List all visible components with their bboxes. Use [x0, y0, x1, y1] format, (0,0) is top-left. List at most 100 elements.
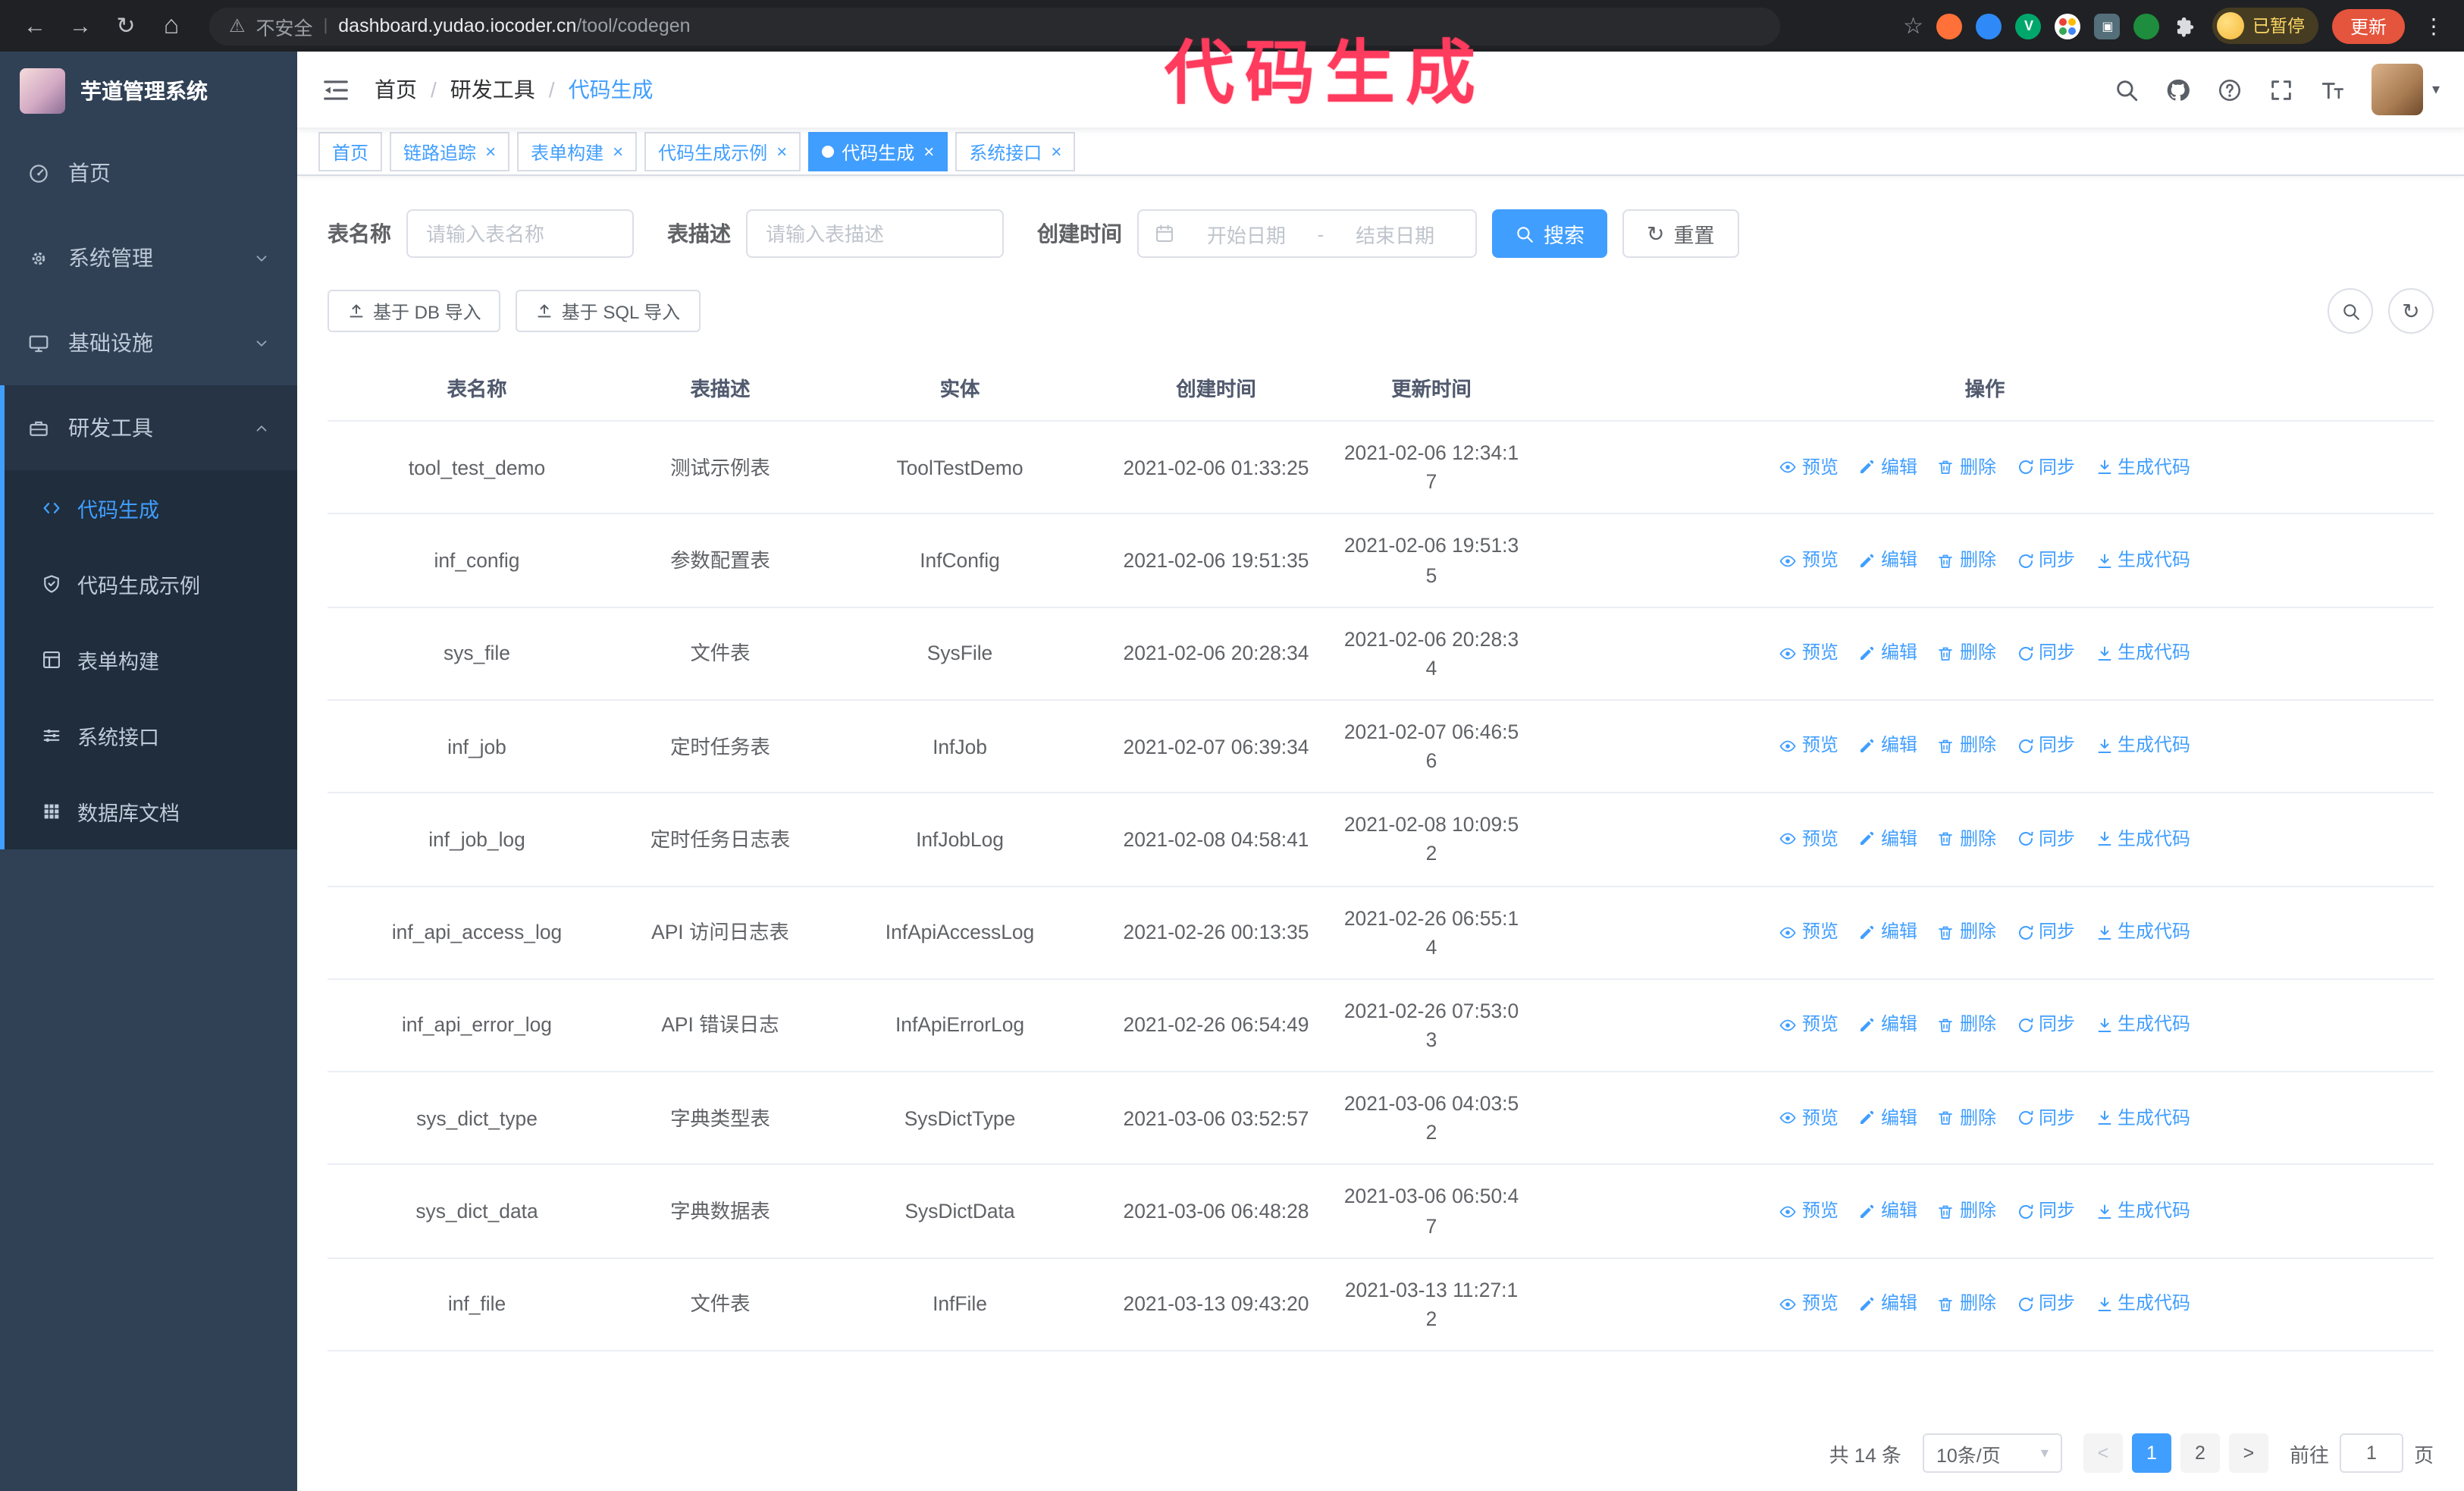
- github-icon[interactable]: [2165, 77, 2191, 102]
- sidebar-item-system-management[interactable]: 系统管理: [0, 215, 297, 300]
- sync-link[interactable]: 同步: [2016, 733, 2075, 760]
- sync-link[interactable]: 同步: [2016, 1291, 2075, 1317]
- generate-code-link[interactable]: 生成代码: [2095, 640, 2190, 667]
- sync-link[interactable]: 同步: [2016, 1105, 2075, 1132]
- generate-code-link[interactable]: 生成代码: [2095, 1012, 2190, 1039]
- preview-link[interactable]: 预览: [1779, 548, 1839, 574]
- table-name-input[interactable]: [406, 209, 634, 258]
- sidebar-item-form-builder[interactable]: 表单构建: [5, 622, 297, 698]
- delete-link[interactable]: 删除: [1937, 919, 1996, 946]
- tab-form-builder[interactable]: 表单构建 ×: [517, 132, 638, 171]
- close-icon[interactable]: ×: [923, 143, 934, 161]
- search-button[interactable]: 搜索: [1492, 209, 1607, 258]
- fullscreen-icon[interactable]: [2268, 77, 2294, 102]
- next-page-button[interactable]: >: [2228, 1433, 2268, 1473]
- app-logo[interactable]: 芋道管理系统: [0, 52, 297, 130]
- reset-button[interactable]: ↻ 重置: [1622, 209, 1739, 258]
- delete-link[interactable]: 删除: [1937, 640, 1996, 667]
- user-menu[interactable]: ▾: [2371, 64, 2440, 115]
- generate-code-link[interactable]: 生成代码: [2095, 733, 2190, 760]
- generate-code-link[interactable]: 生成代码: [2095, 1198, 2190, 1225]
- close-icon[interactable]: ×: [485, 143, 496, 161]
- delete-link[interactable]: 删除: [1937, 1105, 1996, 1132]
- preview-link[interactable]: 预览: [1779, 1291, 1839, 1317]
- toggle-search-button[interactable]: [2328, 288, 2373, 334]
- generate-code-link[interactable]: 生成代码: [2095, 548, 2190, 574]
- blue-extension-icon[interactable]: [1976, 13, 2002, 39]
- edit-link[interactable]: 编辑: [1858, 1012, 1917, 1039]
- tab-home[interactable]: 首页: [318, 132, 383, 171]
- address-bar[interactable]: ⚠ 不安全 | dashboard.yudao.iocoder.cn/tool/…: [209, 7, 1780, 45]
- delete-link[interactable]: 删除: [1937, 733, 1996, 760]
- browser-menu-icon[interactable]: ⋮: [2419, 13, 2449, 39]
- help-icon[interactable]: [2217, 77, 2243, 102]
- sync-link[interactable]: 同步: [2016, 826, 2075, 852]
- page-button-2[interactable]: 2: [2180, 1433, 2220, 1473]
- font-size-icon[interactable]: [2320, 77, 2346, 102]
- preview-link[interactable]: 预览: [1779, 454, 1839, 481]
- sidebar-toggle-icon[interactable]: [321, 75, 350, 104]
- sidebar-item-system-api[interactable]: 系统接口: [5, 698, 297, 774]
- sidebar-item-db-docs[interactable]: 数据库文档: [5, 774, 297, 849]
- orange-extension-icon[interactable]: [1936, 13, 1963, 39]
- refresh-table-button[interactable]: ↻: [2388, 288, 2434, 334]
- tab-system-api[interactable]: 系统接口 ×: [955, 132, 1076, 171]
- delete-link[interactable]: 删除: [1937, 826, 1996, 852]
- tab-code-generation[interactable]: 代码生成 ×: [808, 132, 948, 171]
- date-range-picker[interactable]: 开始日期 - 结束日期: [1137, 209, 1477, 258]
- browser-update-button[interactable]: 更新: [2331, 8, 2405, 43]
- generate-code-link[interactable]: 生成代码: [2095, 454, 2190, 481]
- import-sql-button[interactable]: 基于 SQL 导入: [516, 290, 701, 332]
- import-db-button[interactable]: 基于 DB 导入: [328, 290, 501, 332]
- delete-link[interactable]: 删除: [1937, 454, 1996, 481]
- sidebar-item-codegen-example[interactable]: 代码生成示例: [5, 546, 297, 622]
- preview-link[interactable]: 预览: [1779, 1012, 1839, 1039]
- generate-code-link[interactable]: 生成代码: [2095, 826, 2190, 852]
- sync-link[interactable]: 同步: [2016, 919, 2075, 946]
- sidebar-item-home[interactable]: 首页: [0, 130, 297, 215]
- delete-link[interactable]: 删除: [1937, 1012, 1996, 1039]
- edit-link[interactable]: 编辑: [1858, 1105, 1917, 1132]
- green-v-extension-icon[interactable]: V: [2015, 13, 2042, 39]
- generate-code-link[interactable]: 生成代码: [2095, 1291, 2190, 1317]
- edit-link[interactable]: 编辑: [1858, 919, 1917, 946]
- edit-link[interactable]: 编辑: [1858, 1291, 1917, 1317]
- prev-page-button[interactable]: <: [2083, 1433, 2123, 1473]
- close-icon[interactable]: ×: [613, 143, 623, 161]
- edit-link[interactable]: 编辑: [1858, 733, 1917, 760]
- delete-link[interactable]: 删除: [1937, 548, 1996, 574]
- generate-code-link[interactable]: 生成代码: [2095, 1105, 2190, 1132]
- tab-tracing[interactable]: 链路追踪 ×: [390, 132, 510, 171]
- sidebar-item-dev-tools[interactable]: 研发工具: [5, 385, 297, 470]
- breadcrumb-dev-tools[interactable]: 研发工具: [450, 74, 535, 105]
- sync-link[interactable]: 同步: [2016, 548, 2075, 574]
- dark-extension-icon[interactable]: ▣: [2094, 13, 2121, 39]
- edit-link[interactable]: 编辑: [1858, 640, 1917, 667]
- generate-code-link[interactable]: 生成代码: [2095, 919, 2190, 946]
- edit-link[interactable]: 编辑: [1858, 826, 1917, 852]
- search-icon[interactable]: [2114, 77, 2140, 102]
- browser-profile-chip[interactable]: 已暂停: [2212, 8, 2318, 44]
- sync-link[interactable]: 同步: [2016, 1012, 2075, 1039]
- sidebar-item-infrastructure[interactable]: 基础设施: [0, 300, 297, 385]
- sync-link[interactable]: 同步: [2016, 640, 2075, 667]
- close-icon[interactable]: ×: [1051, 143, 1061, 161]
- page-size-select[interactable]: 10条/页 ▾: [1922, 1433, 2062, 1473]
- edit-link[interactable]: 编辑: [1858, 548, 1917, 574]
- sidebar-item-code-generation[interactable]: 代码生成: [5, 470, 297, 546]
- preview-link[interactable]: 预览: [1779, 826, 1839, 852]
- preview-link[interactable]: 预览: [1779, 1105, 1839, 1132]
- delete-link[interactable]: 删除: [1937, 1198, 1996, 1225]
- browser-forward-icon[interactable]: →: [61, 8, 100, 44]
- browser-home-icon[interactable]: ⌂: [152, 8, 191, 44]
- tab-codegen-example[interactable]: 代码生成示例 ×: [644, 132, 801, 171]
- close-icon[interactable]: ×: [776, 143, 787, 161]
- sync-link[interactable]: 同步: [2016, 454, 2075, 481]
- preview-link[interactable]: 预览: [1779, 640, 1839, 667]
- sync-link[interactable]: 同步: [2016, 1198, 2075, 1225]
- delete-link[interactable]: 删除: [1937, 1291, 1996, 1317]
- browser-back-icon[interactable]: ←: [15, 8, 55, 44]
- breadcrumb-home[interactable]: 首页: [375, 74, 417, 105]
- goto-page-input[interactable]: [2339, 1433, 2403, 1473]
- browser-reload-icon[interactable]: ↻: [106, 8, 146, 44]
